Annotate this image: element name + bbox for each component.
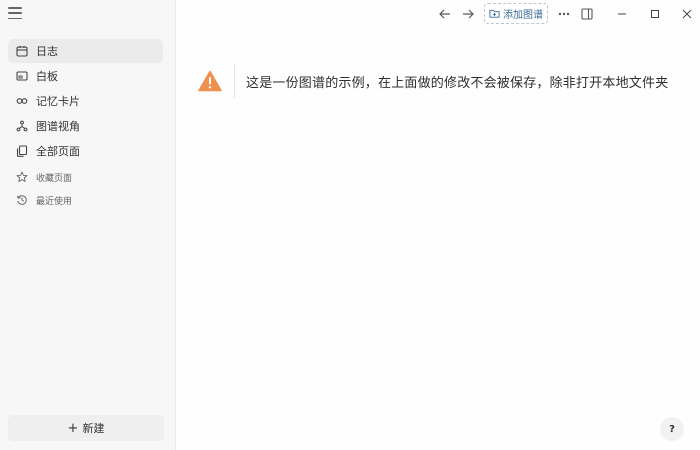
sidebar-item-all-pages[interactable]: 全部页面 xyxy=(8,139,163,163)
sidebar-item-graph-view[interactable]: 图谱视角 xyxy=(8,114,163,138)
close-icon[interactable] xyxy=(679,6,695,22)
sidebar-item-journals[interactable]: 日志 xyxy=(8,39,163,63)
right-sidebar-icon[interactable] xyxy=(579,6,595,22)
sidebar-item-label: 全部页面 xyxy=(36,145,80,158)
sidebar-item-label: 日志 xyxy=(36,45,58,58)
pages-icon xyxy=(16,145,28,157)
notice-message: 这是一份图谱的示例，在上面做的修改不会被保存，除非打开本地文件夹 xyxy=(246,75,669,91)
help-button[interactable]: ? xyxy=(660,417,684,441)
calendar-icon xyxy=(16,45,28,57)
whiteboard-icon xyxy=(16,70,28,82)
more-dots-icon[interactable] xyxy=(556,6,572,22)
warning-icon xyxy=(198,70,222,92)
sidebar-item-label: 收藏页面 xyxy=(36,173,73,184)
arrow-right-icon[interactable] xyxy=(460,6,476,22)
infinity-icon xyxy=(16,95,28,107)
sidebar-item-favorites[interactable]: 收藏页面 xyxy=(8,166,163,188)
maximize-icon[interactable] xyxy=(647,6,663,22)
sidebar-item-whiteboard[interactable]: 白板 xyxy=(8,64,163,88)
folder-plus-icon xyxy=(489,8,500,19)
add-graph-label: 添加图谱 xyxy=(503,10,543,21)
sidebar-item-label: 图谱视角 xyxy=(36,120,80,133)
sidebar-item-label: 白板 xyxy=(36,70,58,83)
arrow-left-icon[interactable] xyxy=(437,6,453,22)
sidebar-item-label: 最近使用 xyxy=(36,196,73,207)
hamburger-menu-icon[interactable] xyxy=(7,5,23,21)
sidebar-item-recent[interactable]: 最近使用 xyxy=(8,189,163,211)
left-sidebar: 日志 白板 记忆卡片 图谱视角 全部页面 收藏页面 最近使用 + 新建 xyxy=(0,0,176,450)
new-button-label: 新建 xyxy=(82,422,105,435)
sidebar-item-flashcards[interactable]: 记忆卡片 xyxy=(8,89,163,113)
graph-nodes-icon xyxy=(16,120,28,132)
star-icon xyxy=(16,171,28,183)
demo-graph-notice: 这是一份图谱的示例，在上面做的修改不会被保存，除非打开本地文件夹 xyxy=(198,64,668,98)
minimize-icon[interactable] xyxy=(614,6,630,22)
sidebar-item-label: 记忆卡片 xyxy=(36,95,80,108)
notice-divider xyxy=(234,64,235,98)
new-button[interactable]: + 新建 xyxy=(8,415,164,441)
add-graph-button[interactable]: 添加图谱 xyxy=(484,3,548,24)
plus-icon: + xyxy=(67,420,79,436)
history-icon xyxy=(16,194,28,206)
sidebar-nav: 日志 白板 记忆卡片 图谱视角 全部页面 收藏页面 最近使用 xyxy=(8,39,163,212)
